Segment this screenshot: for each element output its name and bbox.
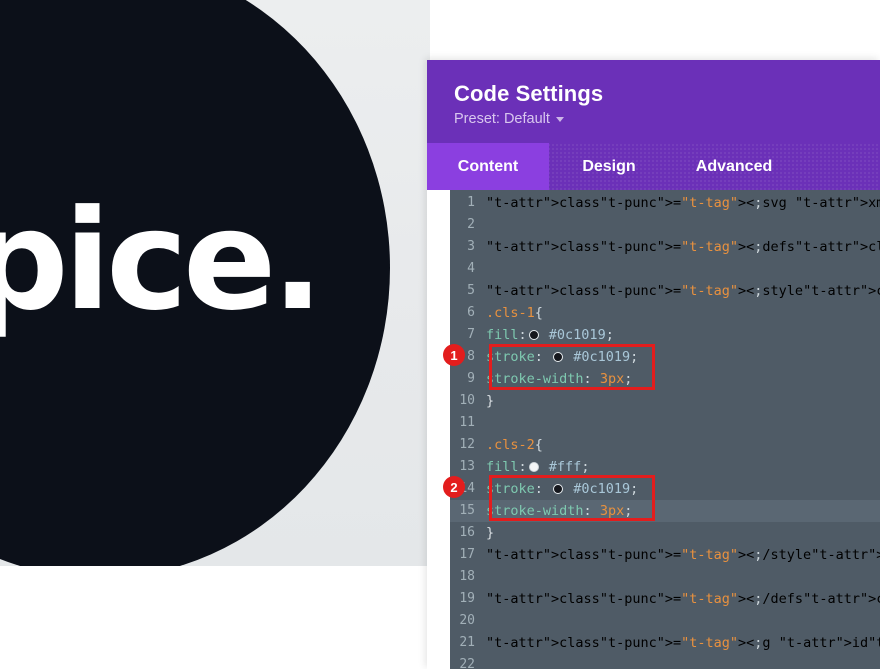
code-settings-panel: Code Settings Preset: Default Content De…: [427, 60, 880, 669]
tab-content[interactable]: Content: [427, 143, 549, 190]
tab-advanced[interactable]: Advanced: [669, 143, 799, 190]
code-line-text: }: [486, 522, 880, 544]
tab-design-label: Design: [582, 158, 635, 176]
preset-label: Preset: Default: [454, 111, 550, 127]
preview-canvas: pice.: [0, 0, 430, 566]
code-line[interactable]: 21"t-attr">class"t-punc">="t-tag"><;g "t…: [450, 632, 880, 654]
code-line-text: "t-attr">class"t-punc">="t-tag"><;defs"t…: [486, 236, 880, 258]
code-line[interactable]: 16}: [450, 522, 880, 544]
code-line-text: "t-attr">class"t-punc">="t-tag"><;/style…: [486, 544, 880, 566]
line-number: 12: [450, 434, 486, 456]
code-line[interactable]: 10}: [450, 390, 880, 412]
logo-preview-area: pice.: [0, 0, 430, 669]
panel-header: Code Settings Preset: Default: [427, 60, 880, 143]
preview-bottom-strip: [0, 566, 430, 669]
tab-advanced-label: Advanced: [696, 158, 772, 176]
line-number: 13: [450, 456, 486, 478]
line-number: 9: [450, 368, 486, 390]
code-line[interactable]: 2: [450, 214, 880, 236]
code-line-text: .cls-1{: [486, 302, 880, 324]
line-number: 17: [450, 544, 486, 566]
line-number: 4: [450, 258, 486, 280]
line-number: 7: [450, 324, 486, 346]
code-line[interactable]: 19"t-attr">class"t-punc">="t-tag"><;/def…: [450, 588, 880, 610]
line-number: 15: [450, 500, 486, 522]
tab-design[interactable]: Design: [549, 143, 669, 190]
annotation-badge-1: 1: [443, 344, 465, 366]
code-line[interactable]: 17"t-attr">class"t-punc">="t-tag"><;/sty…: [450, 544, 880, 566]
color-swatch[interactable]: [529, 462, 539, 472]
line-number: 3: [450, 236, 486, 258]
page-title: Code Settings: [454, 82, 880, 105]
code-line[interactable]: 14stroke: #0c1019;: [450, 478, 880, 500]
line-number: 1: [450, 192, 486, 214]
code-line[interactable]: 18: [450, 566, 880, 588]
color-swatch[interactable]: [529, 330, 539, 340]
code-line-text: stroke: #0c1019;: [486, 478, 880, 500]
editor-left-margin: [427, 190, 450, 669]
line-number: 18: [450, 566, 486, 588]
code-editor[interactable]: 1"t-attr">class"t-punc">="t-tag"><;svg "…: [450, 190, 880, 669]
line-number: 5: [450, 280, 486, 302]
code-line[interactable]: 22: [450, 654, 880, 669]
code-line[interactable]: 3"t-attr">class"t-punc">="t-tag"><;defs"…: [450, 236, 880, 258]
code-line-text: stroke: #0c1019;: [486, 346, 880, 368]
line-number: 10: [450, 390, 486, 412]
editor-wrapper: 1"t-attr">class"t-punc">="t-tag"><;svg "…: [427, 190, 880, 669]
code-line-text: "t-attr">class"t-punc">="t-tag"><;style"…: [486, 280, 880, 302]
color-swatch[interactable]: [553, 484, 563, 494]
line-number: 2: [450, 214, 486, 236]
chevron-down-icon: [556, 117, 564, 122]
line-number: 19: [450, 588, 486, 610]
code-line[interactable]: 20: [450, 610, 880, 632]
code-line-text: stroke-width: 3px;: [486, 500, 880, 522]
code-line-text: }: [486, 390, 880, 412]
code-line-text: .cls-2{: [486, 434, 880, 456]
tab-content-label: Content: [458, 158, 518, 176]
code-line-text: fill: #0c1019;: [486, 324, 880, 346]
code-line[interactable]: 5"t-attr">class"t-punc">="t-tag"><;style…: [450, 280, 880, 302]
code-line[interactable]: 4: [450, 258, 880, 280]
code-line[interactable]: 1"t-attr">class"t-punc">="t-tag"><;svg "…: [450, 192, 880, 214]
line-number: 21: [450, 632, 486, 654]
code-line-text: "t-attr">class"t-punc">="t-tag"><;/defs"…: [486, 588, 880, 610]
line-number: 6: [450, 302, 486, 324]
logo-wordmark: pice.: [0, 192, 360, 330]
code-line[interactable]: 12.cls-2{: [450, 434, 880, 456]
settings-tab-bar: Content Design Advanced: [427, 143, 880, 190]
code-line-text: "t-attr">class"t-punc">="t-tag"><;svg "t…: [486, 192, 880, 214]
annotation-badge-2: 2: [443, 476, 465, 498]
code-line[interactable]: 13fill: #fff;: [450, 456, 880, 478]
code-line-text: stroke-width: 3px;: [486, 368, 880, 390]
code-line[interactable]: 11: [450, 412, 880, 434]
color-swatch[interactable]: [553, 352, 563, 362]
code-line-text: fill: #fff;: [486, 456, 880, 478]
code-line[interactable]: 9stroke-width: 3px;: [450, 368, 880, 390]
line-number: 16: [450, 522, 486, 544]
line-number: 11: [450, 412, 486, 434]
code-line[interactable]: 6.cls-1{: [450, 302, 880, 324]
line-number: 22: [450, 654, 486, 669]
code-line[interactable]: 8stroke: #0c1019;: [450, 346, 880, 368]
code-line-text: "t-attr">class"t-punc">="t-tag"><;g "t-a…: [486, 632, 880, 654]
preset-selector[interactable]: Preset: Default: [454, 111, 880, 127]
code-line[interactable]: 15stroke-width: 3px;: [450, 500, 880, 522]
code-line[interactable]: 7fill: #0c1019;: [450, 324, 880, 346]
line-number: 20: [450, 610, 486, 632]
